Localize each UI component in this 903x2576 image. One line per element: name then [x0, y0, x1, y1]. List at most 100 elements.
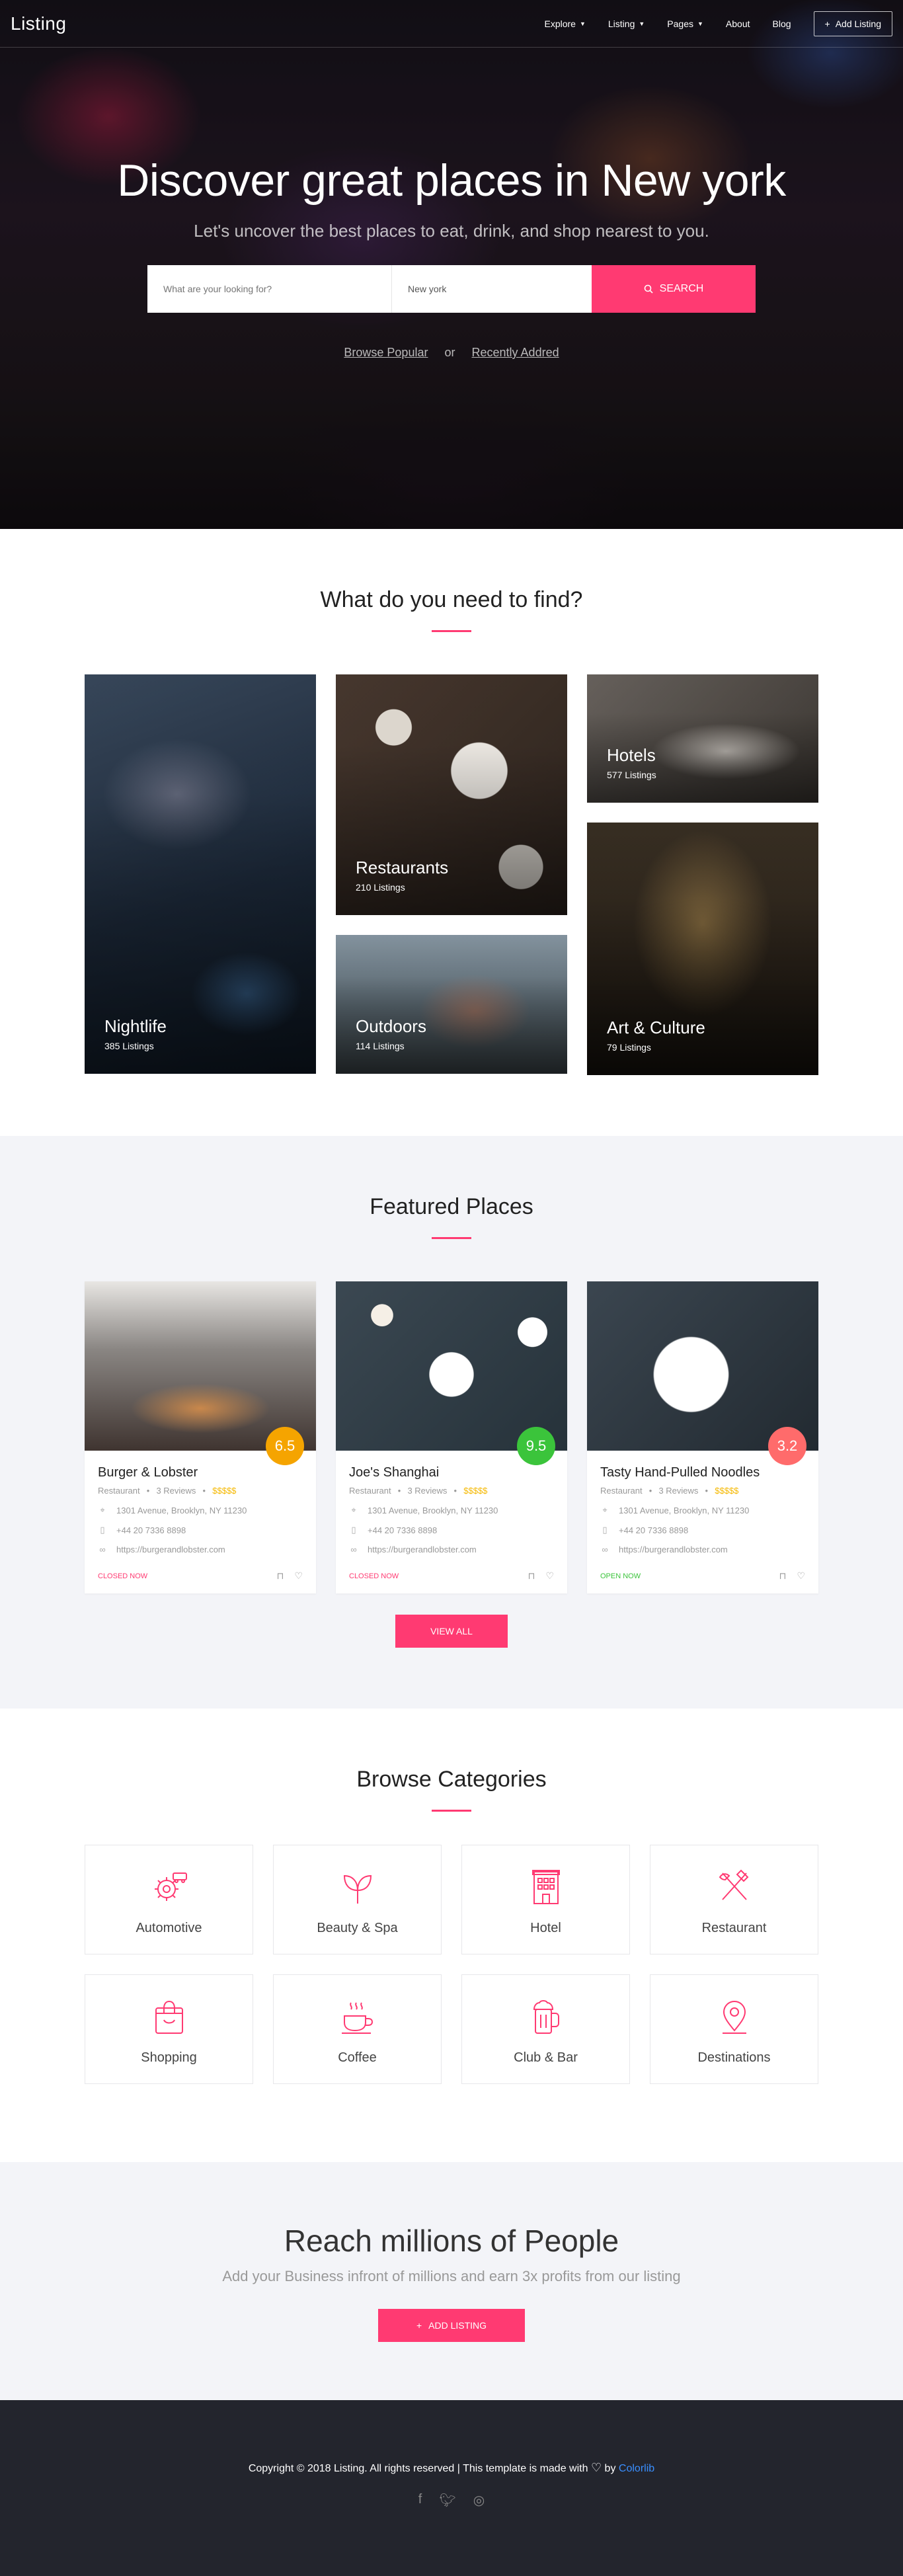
place-phone: +44 20 7336 8898 — [116, 1525, 186, 1535]
leaf-icon — [343, 1874, 372, 1904]
bookmark-icon[interactable]: ⊓ — [528, 1570, 535, 1582]
find-section: What do you need to find? Nightlife 385 … — [0, 529, 903, 1136]
place-name[interactable]: Joe's Shanghai — [349, 1465, 554, 1480]
category-club-bar[interactable]: Club & Bar — [461, 1974, 630, 2084]
link-icon: ∞ — [602, 1545, 608, 1554]
cta-button-label: ADD LISTING — [428, 2320, 487, 2331]
view-all-button[interactable]: VIEW ALL — [395, 1615, 508, 1648]
featured-cards: 6.5 Burger & Lobster Restaurant ● 3 Revi… — [85, 1281, 818, 1593]
map-pin-icon: ⌖ — [100, 1505, 105, 1515]
instagram-icon[interactable]: ◎ — [473, 2492, 485, 2509]
add-listing-label: Add Listing — [835, 18, 881, 29]
category-restaurant[interactable]: Restaurant — [650, 1845, 818, 1954]
nav-about[interactable]: About — [726, 19, 750, 29]
bookmark-icon[interactable]: ⊓ — [277, 1570, 284, 1582]
categories-grid: Automotive Beauty & Spa Hotel Restaurant — [85, 1845, 818, 2084]
tile-art-culture[interactable]: Art & Culture 79 Listings — [587, 823, 818, 1075]
place-image[interactable]: 9.5 — [336, 1281, 567, 1465]
nav-explore-label: Explore — [544, 18, 576, 29]
nav-blog[interactable]: Blog — [773, 19, 791, 29]
place-name[interactable]: Burger & Lobster — [98, 1465, 303, 1480]
category-automotive[interactable]: Automotive — [85, 1845, 253, 1954]
nav-explore[interactable]: Explore ▼ — [545, 19, 586, 29]
place-name[interactable]: Tasty Hand-Pulled Noodles — [600, 1465, 805, 1480]
place-website[interactable]: https://burgerandlobster.com — [116, 1545, 225, 1554]
heart-icon[interactable]: ♡ — [545, 1570, 554, 1582]
brand-logo[interactable]: Listing — [11, 13, 66, 34]
tile-nightlife[interactable]: Nightlife 385 Listings — [85, 674, 316, 1074]
copyright-text: Copyright © 2018 Listing. All rights res… — [0, 2461, 903, 2475]
place-reviews: 3 Reviews — [156, 1486, 196, 1496]
place-website[interactable]: https://burgerandlobster.com — [368, 1545, 477, 1554]
place-website[interactable]: https://burgerandlobster.com — [619, 1545, 728, 1554]
place-website-row: ∞ https://burgerandlobster.com — [600, 1545, 805, 1554]
location-input[interactable] — [392, 265, 592, 313]
place-card[interactable]: 9.5 Joe's Shanghai Restaurant ● 3 Review… — [336, 1281, 567, 1593]
place-card[interactable]: 3.2 Tasty Hand-Pulled Noodles Restaurant… — [587, 1281, 818, 1593]
heart-icon[interactable]: ♡ — [797, 1570, 805, 1582]
link-icon: ∞ — [99, 1545, 106, 1554]
category-hotel[interactable]: Hotel — [461, 1845, 630, 1954]
category-coffee[interactable]: Coffee — [273, 1974, 442, 2084]
building-icon — [531, 1869, 560, 1904]
tile-count: 79 Listings — [607, 1042, 651, 1053]
footer: Copyright © 2018 Listing. All rights res… — [0, 2400, 903, 2576]
by-text: by — [604, 2463, 616, 2474]
add-listing-cta-button[interactable]: + ADD LISTING — [378, 2309, 525, 2342]
category-label: Automotive — [136, 1920, 202, 1935]
place-card[interactable]: 6.5 Burger & Lobster Restaurant ● 3 Revi… — [85, 1281, 316, 1593]
place-price: $$$$$ — [715, 1486, 739, 1496]
nav-menu: Explore ▼ Listing ▼ Pages ▼ About Blog + Add… — [545, 11, 892, 36]
tile-name: Outdoors — [356, 1016, 426, 1036]
find-grid: Nightlife 385 Listings Restaurants 210 L… — [85, 674, 818, 1075]
dot-separator: ● — [397, 1488, 401, 1494]
category-beauty-spa[interactable]: Beauty & Spa — [273, 1845, 442, 1954]
place-website-row: ∞ https://burgerandlobster.com — [349, 1545, 554, 1554]
tile-name: Hotels — [607, 745, 656, 765]
or-text: or — [444, 346, 455, 359]
search-button[interactable]: SEARCH — [592, 265, 756, 313]
place-image[interactable]: 6.5 — [85, 1281, 316, 1465]
add-listing-button[interactable]: + Add Listing — [813, 11, 892, 36]
dot-separator: ● — [648, 1488, 652, 1494]
search-input[interactable] — [147, 265, 392, 313]
bookmark-icon[interactable]: ⊓ — [779, 1570, 787, 1582]
heart-icon[interactable]: ♡ — [294, 1570, 303, 1582]
rating-badge: 6.5 — [266, 1427, 304, 1465]
place-image[interactable]: 3.2 — [587, 1281, 818, 1465]
place-address-row: ⌖ 1301 Avenue, Brooklyn, NY 11230 — [349, 1505, 554, 1515]
browse-popular-link[interactable]: Browse Popular — [344, 346, 428, 359]
category-shopping[interactable]: Shopping — [85, 1974, 253, 2084]
place-phone-row: ▯ +44 20 7336 8898 — [349, 1525, 554, 1535]
tile-text: Hotels 577 Listings — [607, 745, 656, 780]
category-label: Shopping — [141, 2050, 197, 2065]
find-col-1: Nightlife 385 Listings — [85, 674, 316, 1075]
map-pin-icon — [722, 2000, 746, 2034]
nav-listing[interactable]: Listing ▼ — [608, 19, 645, 29]
search-button-label: SEARCH — [659, 283, 704, 294]
card-body: Joe's Shanghai Restaurant ● 3 Reviews ● … — [336, 1451, 567, 1593]
heart-icon: ♡ — [590, 2461, 602, 2474]
tile-outdoors[interactable]: Outdoors 114 Listings — [336, 935, 567, 1074]
find-col-2: Restaurants 210 Listings Outdoors 114 Li… — [336, 674, 567, 1075]
place-address: 1301 Avenue, Brooklyn, NY 11230 — [619, 1505, 750, 1515]
status-badge: CLOSED NOW — [98, 1572, 148, 1580]
chevron-down-icon: ▼ — [639, 20, 645, 27]
tile-restaurants[interactable]: Restaurants 210 Listings — [336, 674, 567, 915]
tile-name: Art & Culture — [607, 1018, 705, 1037]
facebook-icon[interactable]: f — [418, 2492, 422, 2509]
nav-listing-label: Listing — [608, 18, 635, 29]
tile-hotels[interactable]: Hotels 577 Listings — [587, 674, 818, 803]
title-divider — [432, 630, 471, 632]
search-bar: SEARCH — [147, 265, 756, 313]
phone-icon: ▯ — [602, 1525, 608, 1535]
tile-text: Restaurants 210 Listings — [356, 858, 448, 893]
chevron-down-icon: ▼ — [697, 20, 703, 27]
recently-added-link[interactable]: Recently Addred — [472, 346, 559, 359]
category-destinations[interactable]: Destinations — [650, 1974, 818, 2084]
twitter-icon[interactable]: 🐦︎ — [439, 2492, 455, 2509]
cta-title: Reach millions of People — [284, 2224, 619, 2258]
colorlib-link[interactable]: Colorlib — [619, 2463, 654, 2474]
tile-name: Restaurants — [356, 858, 449, 877]
nav-pages[interactable]: Pages ▼ — [667, 19, 703, 29]
